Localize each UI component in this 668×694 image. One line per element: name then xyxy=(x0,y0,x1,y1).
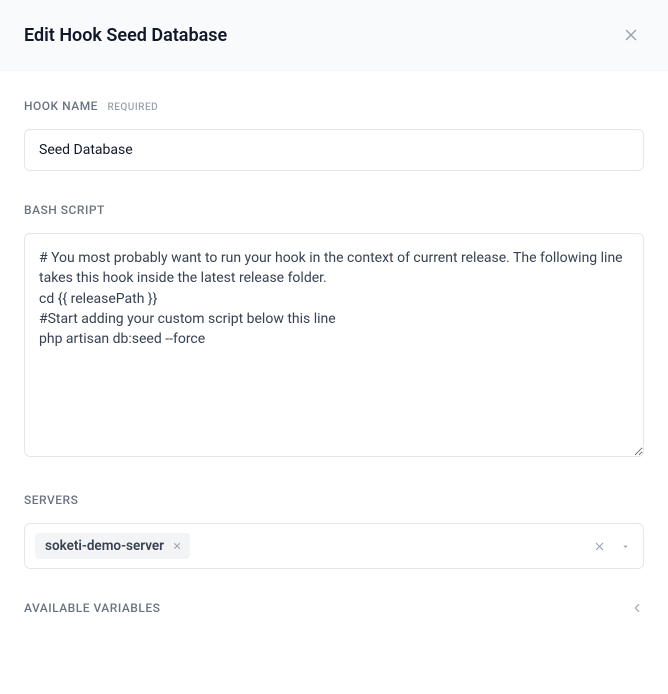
hook-name-group: HOOK NAME REQUIRED xyxy=(24,99,644,171)
servers-label: SERVERS xyxy=(24,493,644,507)
server-tag: soketi-demo-server xyxy=(35,533,190,559)
required-tag: REQUIRED xyxy=(107,102,158,113)
servers-tags: soketi-demo-server xyxy=(35,533,190,559)
servers-multiselect[interactable]: soketi-demo-server xyxy=(24,523,644,569)
multiselect-controls xyxy=(591,538,633,555)
close-icon xyxy=(172,541,182,551)
modal-body: HOOK NAME REQUIRED BASH SCRIPT SERVERS s… xyxy=(0,71,668,649)
hook-name-input[interactable] xyxy=(24,129,644,171)
available-variables-accordion[interactable]: AVAILABLE VARIABLES xyxy=(24,601,644,621)
modal-header: Edit Hook Seed Database xyxy=(0,0,668,71)
bash-script-group: BASH SCRIPT xyxy=(24,203,644,461)
hook-name-label: HOOK NAME REQUIRED xyxy=(24,99,644,113)
caret-down-icon xyxy=(620,541,631,552)
close-icon xyxy=(622,26,640,44)
server-tag-remove[interactable] xyxy=(172,541,182,551)
close-button[interactable] xyxy=(618,22,644,48)
bash-script-label: BASH SCRIPT xyxy=(24,203,644,217)
clear-all-button[interactable] xyxy=(591,538,608,555)
dropdown-toggle[interactable] xyxy=(618,539,633,554)
available-variables-label: AVAILABLE VARIABLES xyxy=(24,601,160,615)
servers-group: SERVERS soketi-demo-server xyxy=(24,493,644,569)
chevron-right-icon xyxy=(630,601,644,615)
modal-title: Edit Hook Seed Database xyxy=(24,25,227,46)
close-icon xyxy=(593,540,606,553)
bash-script-input[interactable] xyxy=(24,233,644,457)
server-tag-label: soketi-demo-server xyxy=(45,538,164,554)
